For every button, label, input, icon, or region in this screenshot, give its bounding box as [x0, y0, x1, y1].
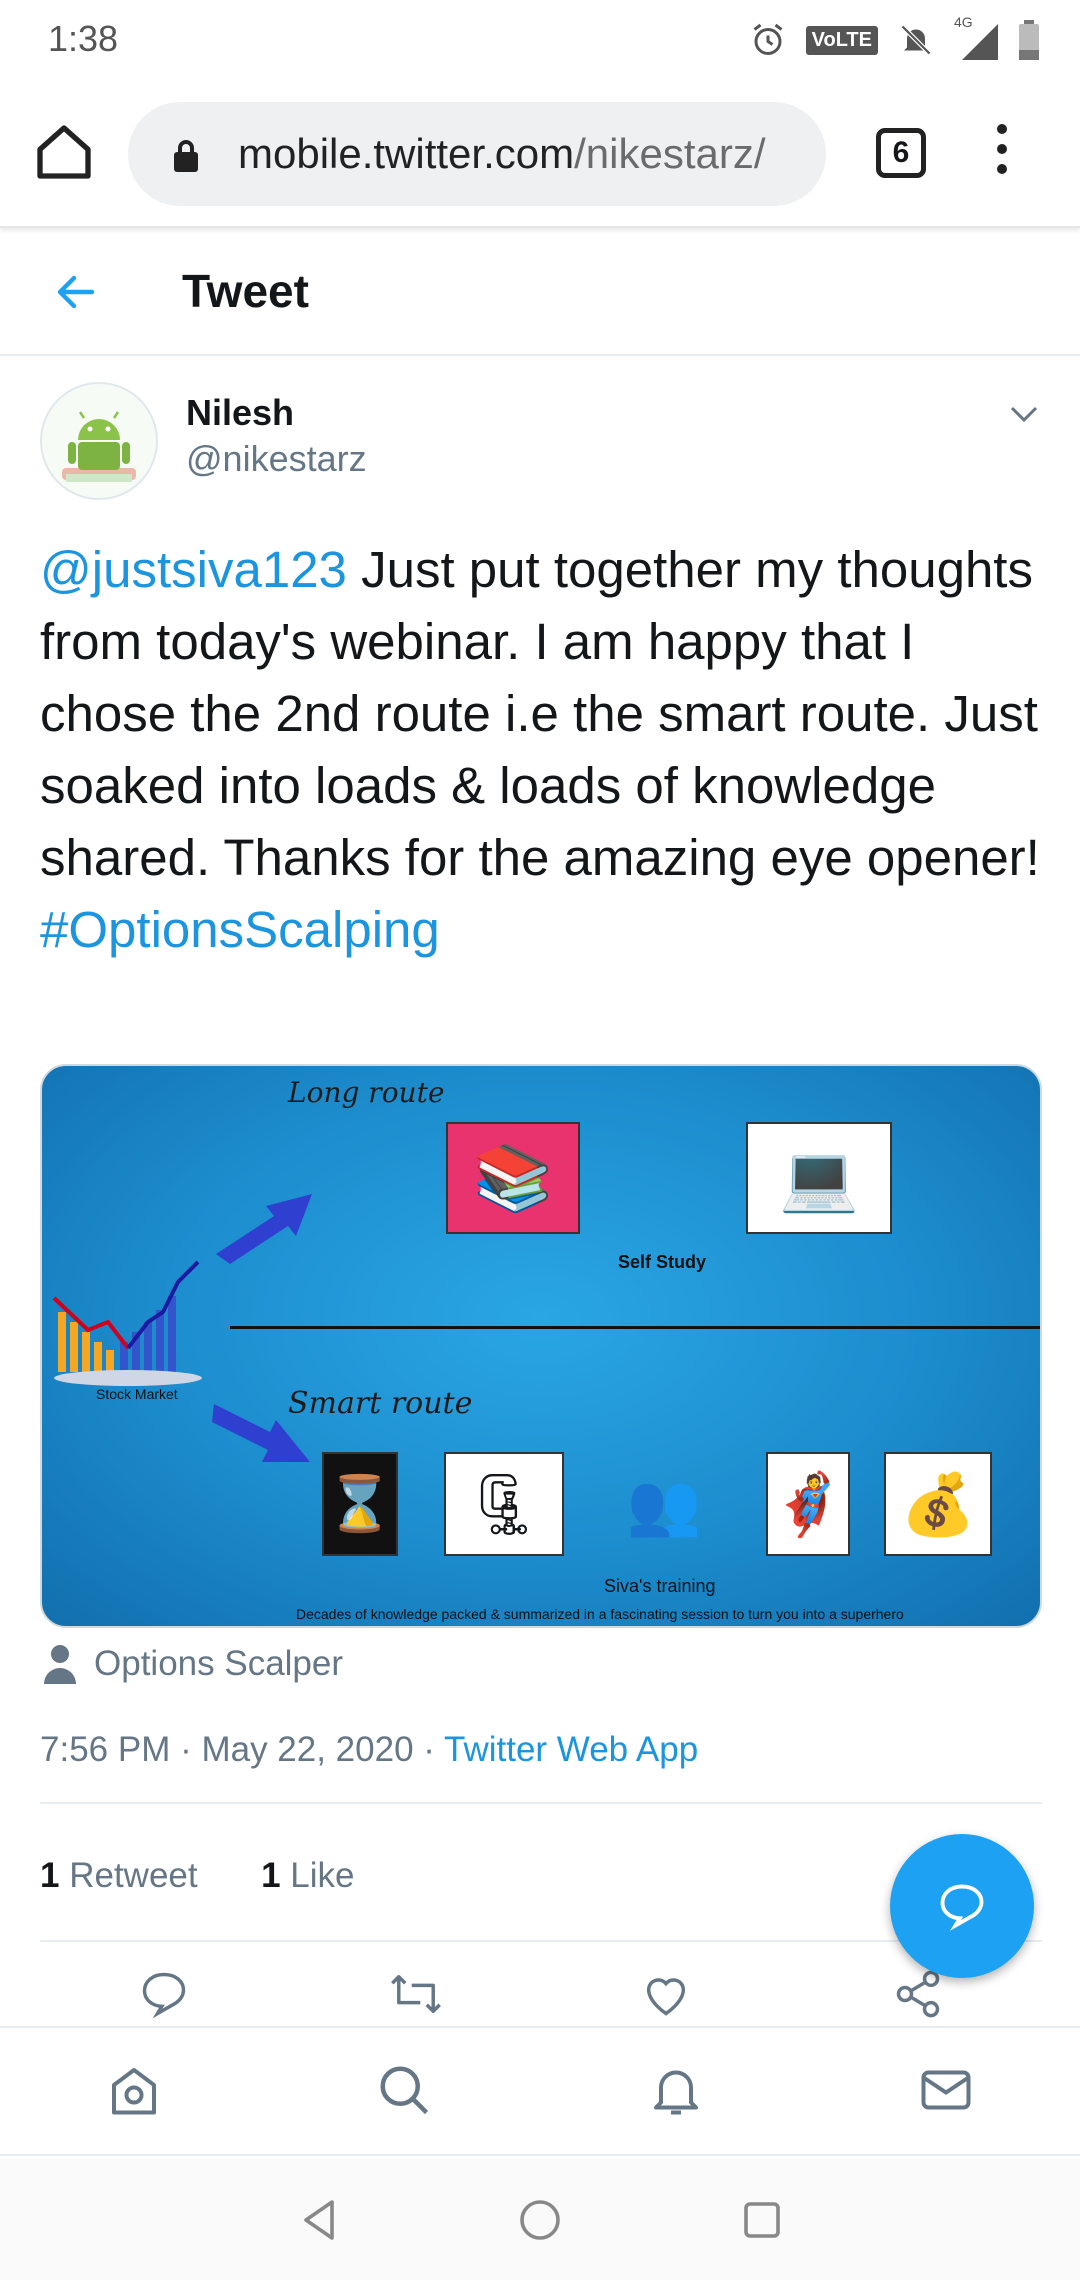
archive-picture: 🗜	[444, 1452, 564, 1556]
money-bag-picture: 💰	[884, 1452, 992, 1556]
chevron-down-icon[interactable]	[1006, 396, 1042, 432]
home-icon	[37, 125, 91, 179]
reply-bubble-icon	[940, 1884, 984, 1931]
recents-square-icon[interactable]	[738, 2196, 786, 2244]
person-icon	[44, 1645, 76, 1684]
superhero-picture: 🦸	[766, 1452, 850, 1556]
url-path: /nikestarz/	[574, 130, 766, 177]
media-training-label: Siva's training	[604, 1576, 716, 1596]
hourglass-picture: ⌛	[322, 1452, 398, 1556]
mention-link[interactable]: @justsiva123	[40, 541, 347, 598]
avatar[interactable]	[40, 382, 158, 500]
author-handle[interactable]: @nikestarz	[186, 438, 367, 480]
retweet-count: 1	[40, 1856, 60, 1895]
volte-icon: VoLTE	[805, 25, 878, 55]
browser-menu-button[interactable]	[990, 124, 1014, 184]
status-time: 1:38	[48, 18, 119, 59]
share-icon[interactable]	[892, 1968, 944, 2020]
reply-icon[interactable]	[138, 1968, 190, 2020]
studying-person-picture: 📚	[446, 1122, 580, 1234]
home-button[interactable]	[32, 120, 96, 184]
alarm-icon	[753, 23, 783, 55]
like-label: Like	[290, 1856, 355, 1895]
arrow-up-icon	[216, 1194, 312, 1264]
system-navigation-bar	[0, 2158, 1080, 2280]
tweet-actions	[0, 1968, 1080, 2026]
notifications-off-icon	[900, 24, 932, 56]
source-account[interactable]: Options Scalper	[44, 1644, 343, 1684]
tweet-meta: 7:56 PM · May 22, 2020 · Twitter Web App	[40, 1730, 698, 1770]
retweet-label: Retweet	[69, 1856, 198, 1895]
page-title: Tweet	[182, 265, 309, 317]
url-text: mobile.twitter.com/nikestarz/	[238, 130, 766, 178]
search-icon[interactable]	[374, 2060, 434, 2120]
separator	[40, 1940, 1042, 1942]
url-domain: mobile.twitter.com	[238, 130, 575, 177]
media-stock-market-label: Stock Market	[96, 1386, 178, 1402]
tweet-stats: 1 Retweet 1 Like	[40, 1856, 355, 1896]
tweet-timestamp: 7:56 PM · May 22, 2020 ·	[40, 1730, 445, 1769]
back-arrow-icon[interactable]	[52, 268, 100, 316]
media-self-study-label: Self Study	[618, 1252, 707, 1272]
like-icon[interactable]	[640, 1968, 692, 2020]
media-caption: Decades of knowledge packed & summarized…	[296, 1606, 904, 1622]
messages-icon[interactable]	[916, 2060, 976, 2120]
author-name[interactable]: Nilesh	[186, 392, 294, 434]
separator	[40, 1802, 1042, 1804]
status-icons: VoLTE 4G	[750, 14, 1040, 60]
home-icon[interactable]	[104, 2060, 164, 2120]
stock-chart-picture	[52, 1260, 202, 1386]
hashtag-link[interactable]: #OptionsScalping	[40, 901, 440, 958]
network-type: 4G	[954, 14, 973, 30]
browser-toolbar: mobile.twitter.com/nikestarz/ 6	[0, 80, 1080, 228]
tweet-image[interactable]: Long route 📚 💻 Self Study Stock Market S…	[40, 1064, 1042, 1628]
training-picture: 👥	[626, 1470, 702, 1538]
compose-reply-button[interactable]	[890, 1834, 1034, 1978]
media-divider	[230, 1326, 1040, 1329]
back-triangle-icon[interactable]	[296, 2196, 344, 2244]
address-bar[interactable]: mobile.twitter.com/nikestarz/	[128, 102, 826, 206]
likes-stat[interactable]: 1 Like	[261, 1856, 354, 1895]
media-smart-route-label: Smart route	[288, 1386, 473, 1421]
tab-switcher-button[interactable]: 6	[876, 128, 926, 178]
tweet-header: Tweet	[0, 228, 1080, 356]
notifications-icon[interactable]	[646, 2060, 706, 2120]
source-account-name: Options Scalper	[94, 1644, 344, 1683]
battery-icon	[1019, 20, 1039, 60]
retweet-icon[interactable]	[388, 1968, 444, 2020]
client-link[interactable]: Twitter Web App	[444, 1730, 698, 1769]
lock-icon	[174, 140, 198, 172]
bottom-navigation	[0, 2026, 1080, 2156]
home-circle-icon[interactable]	[516, 2196, 564, 2244]
tweet-text: @justsiva123 Just put together my though…	[40, 534, 1050, 966]
android-avatar-icon	[62, 411, 136, 482]
like-count: 1	[261, 1856, 281, 1895]
signal-icon: 4G	[954, 14, 998, 60]
stressed-person-picture: 💻	[746, 1122, 892, 1234]
status-bar: 1:38 VoLTE 4G	[0, 0, 1080, 80]
retweets-stat[interactable]: 1 Retweet	[40, 1856, 198, 1895]
media-long-route-label: Long route	[288, 1076, 445, 1109]
